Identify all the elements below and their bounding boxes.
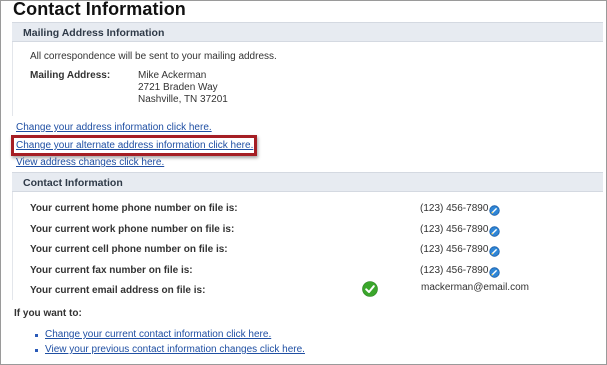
mailing-note: All correspondence will be sent to your … [30,51,277,62]
email-address-value: mackerman@email.com [421,282,529,293]
change-contact-info-link[interactable]: Change your current contact information … [45,329,271,340]
contact-section-header: Contact Information [12,172,603,192]
if-you-want-label: If you want to: [14,308,82,319]
edit-phone-icon[interactable] [489,226,500,237]
work-phone-value: (123) 456-7890 [420,224,489,235]
bullet-icon [35,334,38,337]
view-address-changes-link[interactable]: View address changes click here. [16,157,164,168]
highlight-callout-box [11,135,257,156]
cell-phone-value: (123) 456-7890 [420,244,489,255]
edit-phone-icon[interactable] [489,246,500,257]
edit-phone-icon[interactable] [489,205,500,216]
home-phone-label: Your current home phone number on file i… [30,203,238,214]
fax-number-value: (123) 456-7890 [420,265,489,276]
address-line-city: Nashville, TN 37201 [138,94,228,105]
mailing-section-header: Mailing Address Information [12,22,603,42]
work-phone-label: Your current work phone number on file i… [30,224,235,235]
address-line-name: Mike Ackerman [138,70,207,81]
fax-number-label: Your current fax number on file is: [30,265,193,276]
verified-check-icon [362,281,378,297]
home-phone-value: (123) 456-7890 [420,203,489,214]
page-title: Contact Information [13,0,186,19]
cell-phone-label: Your current cell phone number on file i… [30,244,228,255]
view-contact-changes-link[interactable]: View your previous contact information c… [45,344,305,355]
email-address-label: Your current email address on file is: [30,285,206,296]
address-line-street: 2721 Braden Way [138,82,218,93]
mailing-address-label: Mailing Address: [30,70,111,81]
edit-phone-icon[interactable] [489,267,500,278]
bullet-icon [35,349,38,352]
change-address-link[interactable]: Change your address information click he… [16,122,212,133]
